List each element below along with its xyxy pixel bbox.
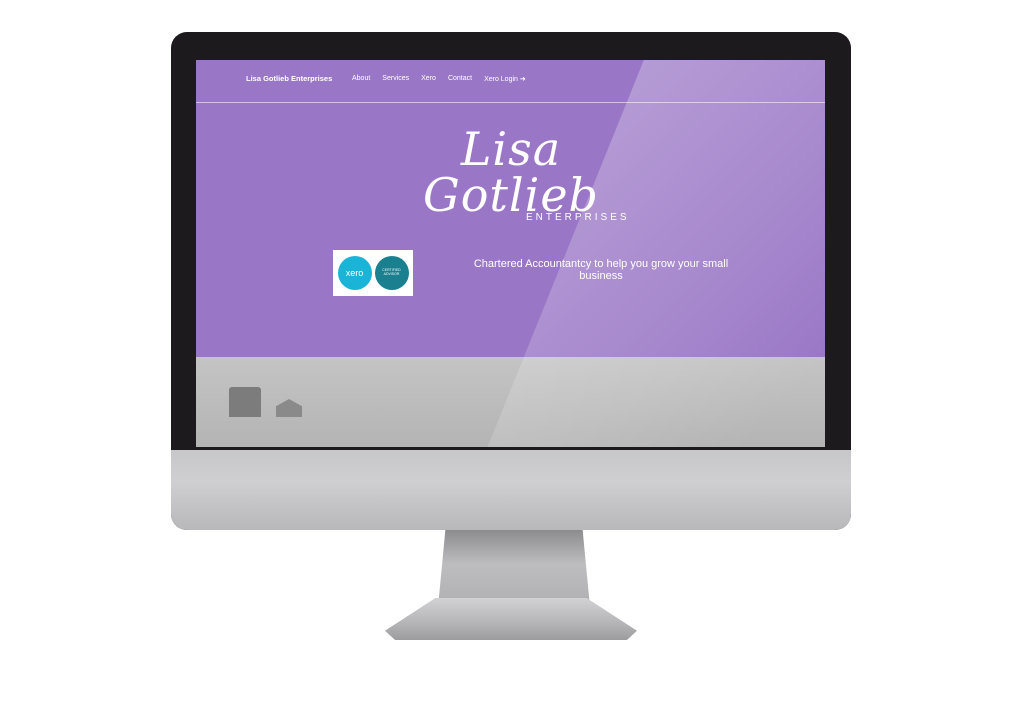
nav-about[interactable]: About xyxy=(352,75,370,83)
top-nav: Lisa Gotlieb Enterprises About Services … xyxy=(196,60,825,103)
nav-links: About Services Xero Contact Xero Login ➜ xyxy=(352,75,526,83)
website-screen: Lisa Gotlieb Enterprises About Services … xyxy=(196,60,825,447)
nav-services[interactable]: Services xyxy=(382,75,409,83)
nav-contact[interactable]: Contact xyxy=(448,75,472,83)
brand-link[interactable]: Lisa Gotlieb Enterprises xyxy=(246,74,332,83)
xero-logo-icon: xero xyxy=(337,256,372,290)
building-shape xyxy=(229,387,261,417)
building-shape xyxy=(276,399,302,417)
monitor-chin xyxy=(171,450,851,530)
monitor-frame: Lisa Gotlieb Enterprises About Services … xyxy=(171,32,851,530)
certified-advisor-icon: CERTIFIED ADVISOR xyxy=(374,256,409,290)
xero-certified-badge: xero CERTIFIED ADVISOR xyxy=(333,250,413,296)
logo-subtitle: ENTERPRISES xyxy=(526,212,630,223)
logo-script: Lisa Gotlieb xyxy=(422,122,600,222)
nav-xero[interactable]: Xero xyxy=(421,75,436,83)
hero-tagline: Chartered Accountantcy to help you grow … xyxy=(473,258,729,282)
nav-xero-login[interactable]: Xero Login ➜ xyxy=(484,75,526,83)
city-photo-band xyxy=(196,357,825,447)
monitor-stand-base xyxy=(385,598,637,640)
